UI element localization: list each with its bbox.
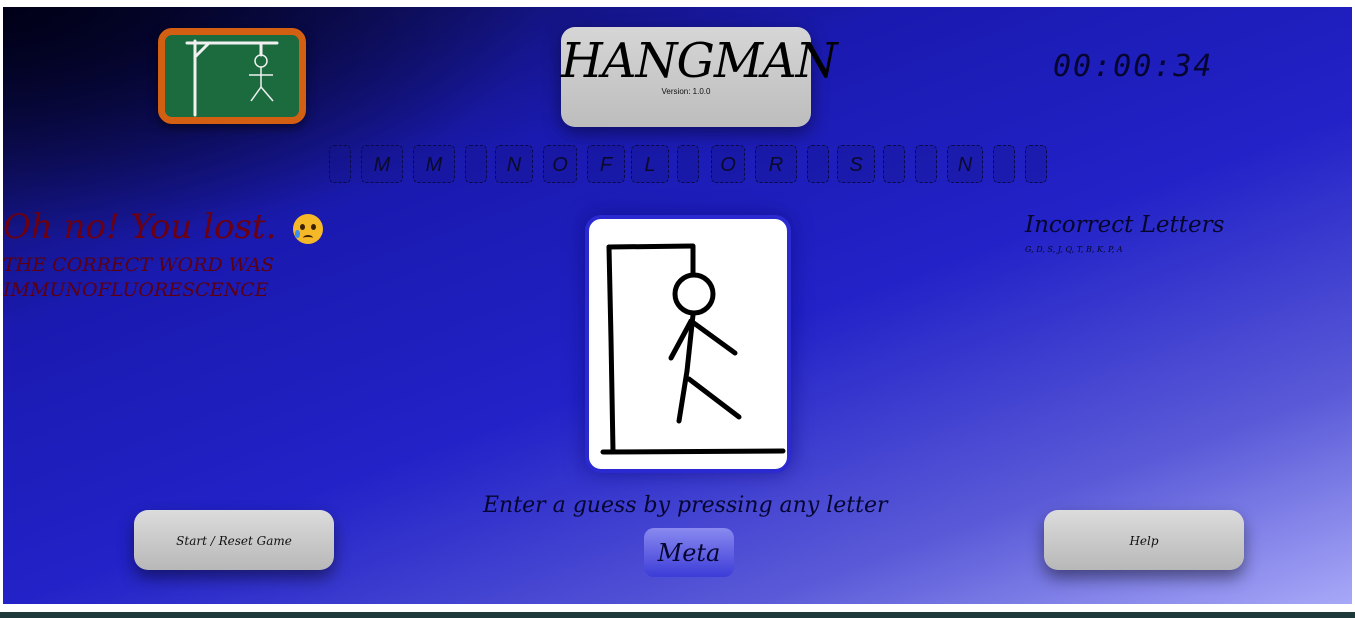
letter-slot: N [947,145,983,183]
letter-slot: M [413,145,455,183]
gallows-post [606,244,616,454]
letter-slot [1025,145,1047,183]
gallows-beam [606,243,696,250]
letter-slot [465,145,487,183]
letter-slot [329,145,351,183]
correct-word-value: immunofluorescence [3,279,269,301]
start-reset-button[interactable]: Start / Reset Game [134,510,334,570]
letter-slot [993,145,1015,183]
letter-slot: F [587,145,625,183]
letter-slot: M [361,145,403,183]
letter-slot [807,145,829,183]
correct-word-label: The correct word was [3,254,275,276]
hangman-right-leg [686,376,742,420]
bottom-bar [0,612,1355,618]
letter-slot [883,145,905,183]
lost-message-text: Oh no! You lost. [3,207,277,247]
meta-button[interactable]: Meta [644,528,734,577]
help-button[interactable]: Help [1044,510,1244,570]
hangman-drawing [585,215,791,473]
incorrect-letters-title: Incorrect Letters [1025,212,1225,238]
gallows-base [600,448,786,455]
letter-slot: R [755,145,797,183]
letter-slot: L [631,145,669,183]
letter-slot [677,145,699,183]
incorrect-letters-list: G, D, S, J, Q, T, B, K, P, A [1025,245,1123,254]
letter-slot: S [837,145,875,183]
letter-slot [915,145,937,183]
hangman-chalkboard-icon [158,28,306,124]
game-title: HANGMAN [561,33,838,89]
guess-prompt: Enter a guess by pressing any letter [483,493,888,518]
hangman-left-leg [676,368,690,424]
hangman-right-arm [688,318,738,356]
letter-slot: O [543,145,577,183]
letter-slot: O [711,145,745,183]
correct-word-reveal: The correct word was immunofluorescence [3,253,274,303]
lost-message: Oh no! You lost. [3,207,324,247]
hangman-head [672,272,716,316]
title-card: HANGMAN Version: 1.0.0 [561,27,838,127]
game-timer: 00:00:34 [1053,49,1214,84]
letter-slot: N [495,145,533,183]
sad-face-with-tear-icon [293,214,324,244]
game-frame: HANGMAN Version: 1.0.0 00:00:34 M M N O … [3,7,1352,604]
